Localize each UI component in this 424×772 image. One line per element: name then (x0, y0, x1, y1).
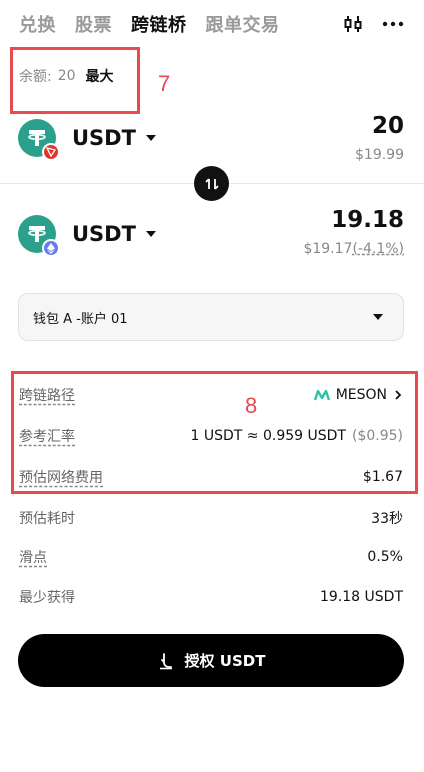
min-received-value: 19.18 USDT (320, 589, 403, 605)
wallet-dropdown-icon (373, 314, 383, 320)
rate-value-group: 1 USDT ≈ 0.959 USDT ($0.95) (191, 428, 403, 444)
max-button[interactable]: 最大 (86, 66, 114, 86)
annotation-label-7: 7 (158, 71, 171, 96)
from-token-row: USDT 20 $19.99 (18, 113, 404, 163)
fee-value: $1.67 (362, 469, 403, 485)
slippage-row[interactable]: 滑点 0.5% (19, 546, 403, 568)
balance-value: 20 (57, 68, 76, 84)
to-token-row: USDT 19.18 $19.17(-4.1%) (18, 207, 404, 257)
to-token-dropdown-icon[interactable] (145, 231, 156, 237)
rate-usd: ($0.95) (351, 428, 403, 444)
route-value-group[interactable]: MESON (313, 387, 403, 403)
rate-label: 参考汇率 (19, 429, 75, 445)
balance-label: 余额: (19, 69, 52, 85)
tether-icon (18, 215, 60, 257)
more-options-icon[interactable] (382, 13, 404, 35)
from-token-name[interactable]: USDT (72, 126, 136, 150)
to-amount: 19.18 (331, 207, 404, 233)
from-amount-block: 20 $19.99 (355, 113, 404, 163)
ethereum-icon (42, 239, 60, 257)
tab-swap[interactable]: 兑换 (19, 11, 56, 37)
fee-label: 预估网络费用 (19, 470, 103, 486)
swap-arrows-icon (204, 177, 219, 190)
min-received-label: 最少获得 (19, 590, 75, 606)
to-usd-value: $19.17 (303, 241, 353, 257)
rate-value: 1 USDT ≈ 0.959 USDT (190, 428, 346, 444)
approve-usdt-button[interactable]: 授权 USDT (18, 634, 404, 687)
candlestick-chart-icon[interactable] (342, 13, 364, 35)
tether-icon (18, 119, 60, 161)
tab-stocks[interactable]: 股票 (75, 11, 112, 37)
from-usd-value: $19.99 (355, 147, 404, 163)
price-impact-pct: (-4.1%) (352, 241, 404, 257)
from-amount-input[interactable]: 20 (355, 113, 404, 139)
to-usd-line: $19.17(-4.1%) (303, 241, 404, 257)
slippage-value: 0.5% (367, 549, 403, 565)
tab-copy-trading[interactable]: 跟单交易 (206, 11, 280, 37)
to-token-name[interactable]: USDT (72, 222, 136, 246)
route-label: 跨链路径 (19, 388, 75, 404)
route-value: MESON (335, 387, 387, 403)
wallet-label: 钱包 A -账户 01 (33, 311, 128, 327)
wallet-selector[interactable]: 钱包 A -账户 01 (18, 293, 404, 341)
to-amount-block: 19.18 $19.17(-4.1%) (303, 207, 404, 257)
hand-tap-icon (159, 652, 172, 669)
meson-logo-icon (313, 389, 330, 401)
fee-row: 预估网络费用 $1.67 (19, 466, 403, 488)
balance-line: 余额: 20 最大 (19, 66, 114, 86)
time-value: 33秒 (371, 511, 403, 527)
tab-bridge[interactable]: 跨链桥 (131, 11, 187, 37)
time-label: 预估耗时 (19, 511, 75, 527)
top-tab-bar: 兑换 股票 跨链桥 跟单交易 (19, 10, 404, 38)
from-token-dropdown-icon[interactable] (145, 135, 156, 141)
swap-direction-button[interactable] (194, 166, 229, 201)
chevron-right-icon (395, 390, 402, 400)
tron-icon (42, 143, 60, 161)
approve-label: 授权 USDT (184, 652, 266, 670)
route-row[interactable]: 跨链路径 MESON (19, 384, 403, 406)
rate-row: 参考汇率 1 USDT ≈ 0.959 USDT ($0.95) (19, 425, 403, 447)
slippage-label: 滑点 (19, 550, 47, 566)
time-row: 预估耗时 33秒 (19, 507, 403, 529)
min-received-row: 最少获得 19.18 USDT (19, 586, 403, 608)
